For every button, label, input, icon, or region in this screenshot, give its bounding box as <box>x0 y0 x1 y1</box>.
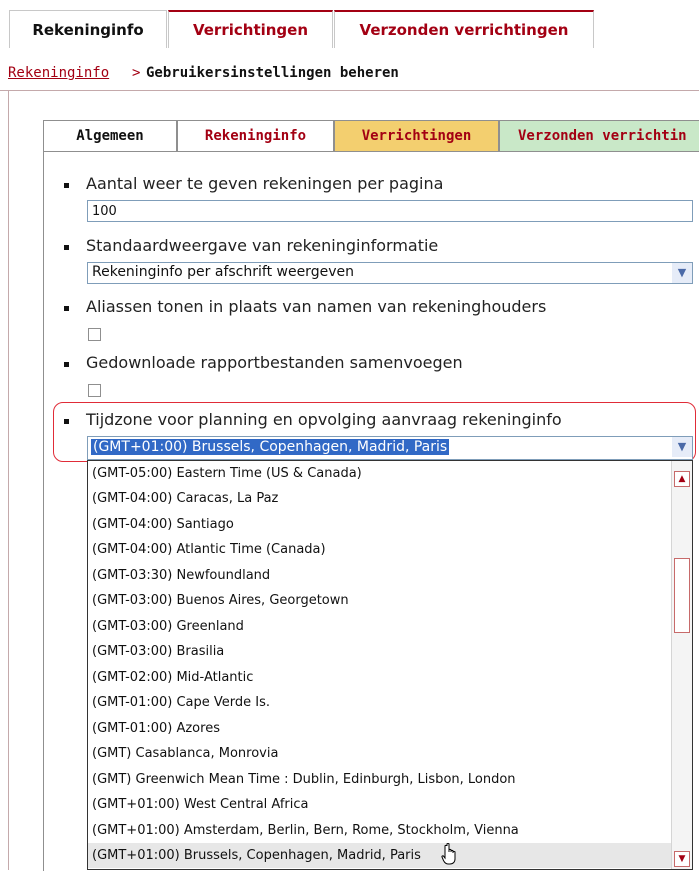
aliases-label: Aliassen tonen in plaats van namen van r… <box>86 297 547 316</box>
rows-per-page-label: Aantal weer te geven rekeningen per pagi… <box>86 174 444 193</box>
hand-pointer-icon <box>441 843 456 865</box>
scrollbar-thumb[interactable] <box>674 558 690 633</box>
timezone-option[interactable]: (GMT-05:00) Eastern Time (US & Canada) <box>88 461 674 486</box>
subtab-verzonden-verrichtingen[interactable]: Verzonden verrichtin <box>499 120 699 151</box>
left-border <box>8 90 9 870</box>
tab-rekeninginfo[interactable]: Rekeninginfo <box>9 10 167 48</box>
timezone-option[interactable]: (GMT-04:00) Atlantic Time (Canada) <box>88 537 674 562</box>
timezone-label: Tijdzone voor planning en opvolging aanv… <box>86 410 562 429</box>
tab-verzonden-verrichtingen[interactable]: Verzonden verrichtingen <box>334 10 594 48</box>
rows-per-page-input[interactable]: 100 <box>87 200 693 222</box>
subtab-rekeninginfo[interactable]: Rekeninginfo <box>177 120 334 151</box>
subtab-algemeen[interactable]: Algemeen <box>43 120 177 151</box>
breadcrumb-link-rekeninginfo[interactable]: Rekeninginfo <box>8 65 109 81</box>
page-title: Gebruikersinstellingen beheren <box>146 65 399 81</box>
default-view-select[interactable]: Rekeninginfo per afschrift weergeven ▼ <box>87 262 693 284</box>
timezone-select[interactable]: (GMT+01:00) Brussels, Copenhagen, Madrid… <box>87 436 693 460</box>
timezone-option[interactable]: (GMT-04:00) Santiago <box>88 512 674 537</box>
bullet-icon <box>64 362 69 367</box>
scroll-up-icon[interactable]: ▲ <box>674 471 690 487</box>
chevron-down-icon[interactable]: ▼ <box>672 437 692 457</box>
timezone-dropdown-list[interactable]: (GMT-05:00) Eastern Time (US & Canada) (… <box>87 460 693 870</box>
top-tab-bar: Rekeninginfo Verrichtingen Verzonden ver… <box>0 0 699 49</box>
timezone-option[interactable]: (GMT+01:00) Amsterdam, Berlin, Bern, Rom… <box>88 818 674 843</box>
timezone-option[interactable]: (GMT) Greenwich Mean Time : Dublin, Edin… <box>88 767 674 792</box>
bullet-icon <box>64 245 69 250</box>
breadcrumb: Rekeninginfo > Gebruikersinstellingen be… <box>0 48 699 91</box>
bullet-icon <box>64 419 69 424</box>
subtab-verrichtingen[interactable]: Verrichtingen <box>334 120 499 151</box>
bullet-icon <box>64 183 69 188</box>
breadcrumb-separator: > <box>132 65 141 81</box>
dropdown-scrollbar[interactable]: ▲ ▼ <box>671 461 692 869</box>
timezone-option[interactable]: (GMT-03:30) Newfoundland <box>88 563 674 588</box>
timezone-option[interactable]: (GMT-01:00) Azores <box>88 716 674 741</box>
tab-verrichtingen[interactable]: Verrichtingen <box>168 10 333 48</box>
default-view-label: Standaardweergave van rekeninginformatie <box>86 236 439 255</box>
scroll-down-icon[interactable]: ▼ <box>674 851 690 867</box>
aliases-checkbox[interactable] <box>88 328 101 341</box>
timezone-option-hovered[interactable]: (GMT+01:00) Brussels, Copenhagen, Madrid… <box>88 843 674 868</box>
timezone-option[interactable]: (GMT-03:00) Brasilia <box>88 639 674 664</box>
timezone-option[interactable]: (GMT-04:00) Caracas, La Paz <box>88 486 674 511</box>
bullet-icon <box>64 306 69 311</box>
merge-reports-checkbox[interactable] <box>88 384 101 397</box>
timezone-option[interactable]: (GMT-02:00) Mid-Atlantic <box>88 665 674 690</box>
timezone-option[interactable]: (GMT-01:00) Cape Verde Is. <box>88 690 674 715</box>
default-view-value: Rekeninginfo per afschrift weergeven <box>92 264 354 280</box>
merge-reports-label: Gedownloade rapportbestanden samenvoegen <box>86 353 463 372</box>
timezone-option[interactable]: (GMT-03:00) Buenos Aires, Georgetown <box>88 588 674 613</box>
timezone-option[interactable]: (GMT) Casablanca, Monrovia <box>88 741 674 766</box>
timezone-selected-value: (GMT+01:00) Brussels, Copenhagen, Madrid… <box>91 439 450 455</box>
timezone-option[interactable]: (GMT+01:00) West Central Africa <box>88 792 674 817</box>
timezone-option[interactable]: (GMT-03:00) Greenland <box>88 614 674 639</box>
chevron-down-icon[interactable]: ▼ <box>672 263 692 283</box>
